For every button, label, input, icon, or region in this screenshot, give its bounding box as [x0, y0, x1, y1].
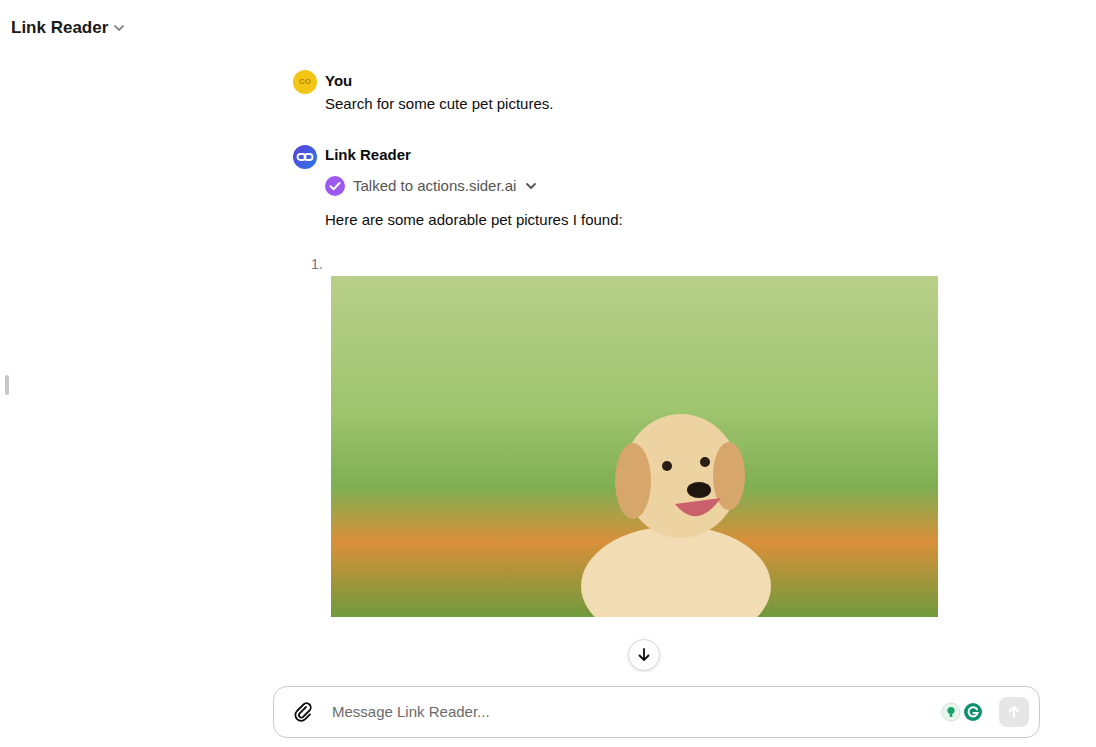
sidebar-toggle[interactable] [5, 375, 9, 395]
tool-label: Talked to actions.sider.ai [353, 174, 516, 198]
message-text: Search for some cute pet pictures. [325, 92, 1013, 116]
message: Link Reader Talked to actions.sider.ai Her… [293, 144, 1013, 617]
message-author: Link Reader [325, 144, 1013, 166]
grammarly-icon[interactable] [963, 702, 983, 722]
composer [273, 686, 1040, 738]
lightbulb-icon[interactable] [941, 702, 961, 722]
tool-call[interactable]: Talked to actions.sider.ai [325, 174, 1013, 198]
bot-avatar [293, 144, 317, 168]
chat-app: Link Reader CO YouSearch for some cute pet… [0, 0, 1096, 747]
avatar-initials: CO [299, 76, 311, 88]
chevron-down-icon[interactable] [112, 21, 126, 35]
list-item: 1. [325, 254, 1013, 617]
scroll-down-button[interactable] [628, 639, 660, 671]
message-body: YouSearch for some cute pet pictures. [325, 70, 1013, 116]
attach-button[interactable] [292, 701, 314, 723]
paperclip-icon [292, 701, 314, 723]
arrow-up-icon [1006, 704, 1022, 720]
message-text: Here are some adorable pet pictures I fo… [325, 208, 1013, 232]
header: Link Reader [0, 0, 1096, 55]
arrow-down-icon [636, 647, 652, 663]
model-selector[interactable]: Link Reader [11, 15, 126, 41]
link-icon [293, 145, 317, 169]
pet-photo[interactable] [331, 276, 938, 617]
extension-icons [941, 702, 983, 722]
check-icon [325, 176, 345, 196]
conversation: CO YouSearch for some cute pet pictures. L… [0, 55, 1096, 672]
message: CO YouSearch for some cute pet pictures. [293, 70, 1013, 116]
list-number: 1. [311, 254, 1013, 274]
message-body: Link Reader Talked to actions.sider.ai Her… [325, 144, 1013, 617]
puppy-icon [571, 386, 781, 617]
composer-area [0, 672, 1096, 747]
message-author: You [325, 70, 1013, 92]
chevron-icon[interactable] [524, 179, 538, 193]
send-button[interactable] [999, 697, 1029, 727]
message-column: CO YouSearch for some cute pet pictures. L… [293, 55, 1013, 617]
app-title: Link Reader [11, 15, 108, 41]
message-input[interactable] [330, 700, 925, 725]
user-avatar: CO [293, 70, 317, 94]
